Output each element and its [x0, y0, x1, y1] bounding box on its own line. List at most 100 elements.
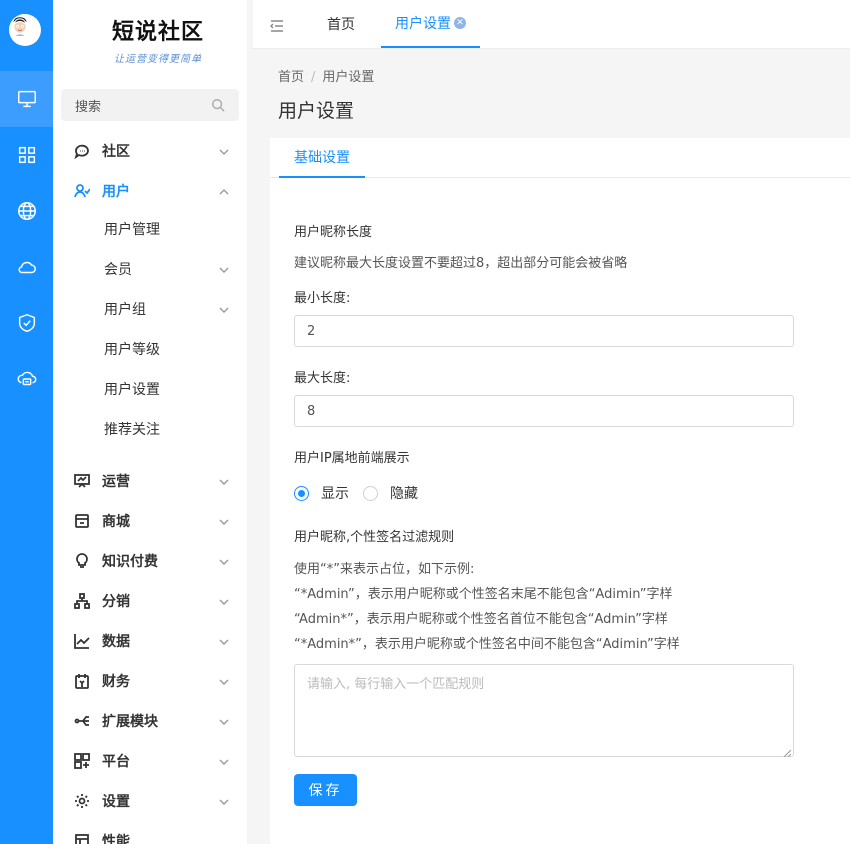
chevron-down-icon	[219, 715, 229, 725]
sidebar-item-store[interactable]: 商城	[53, 501, 247, 541]
logo-title: 短说社区	[111, 19, 204, 45]
chevron-down-icon	[219, 263, 229, 273]
monitor-icon[interactable]	[0, 71, 53, 127]
search-placeholder: 搜索	[75, 99, 102, 115]
filter-example-line: “Admin*”，表示用户昵称或个性签名首位不能包含“Admin”字样	[294, 612, 668, 627]
sidebar-item-label: 知识付费	[102, 554, 158, 570]
tab-home[interactable]: 首页	[327, 0, 355, 48]
sidebar-subitem-user-levels[interactable]: 用户等级	[53, 329, 247, 369]
sidebar-item-distribution[interactable]: 分销	[53, 581, 247, 621]
chevron-down-icon	[219, 145, 229, 155]
user-icon	[74, 183, 91, 199]
tab-basic-settings[interactable]: 基础设置	[279, 138, 365, 178]
sidebar-item-users[interactable]: 用户	[53, 171, 247, 211]
sidebar-item-extensions[interactable]: 扩展模块	[53, 701, 247, 741]
sidebar-subitem-user-settings[interactable]: 用户设置	[53, 369, 247, 409]
sidebar-item-label: 商城	[102, 514, 130, 530]
network-icon	[74, 593, 90, 609]
chevron-up-icon	[219, 185, 229, 195]
sidebar-item-data[interactable]: 数据	[53, 621, 247, 661]
filter-example-line: “*Admin*”，表示用户昵称或个性签名中间不能包含“Adimin”字样	[294, 637, 680, 652]
sidebar-item-label: 运营	[102, 474, 130, 490]
search-input[interactable]: 搜索	[61, 89, 239, 121]
radio-show-label[interactable]: 显示	[321, 483, 349, 503]
min-length-value: 2	[307, 323, 316, 339]
breadcrumb-separator: /	[311, 70, 316, 85]
max-length-value: 8	[307, 403, 316, 419]
subitem-label: 用户管理	[104, 222, 160, 238]
search-icon	[212, 99, 225, 112]
performance-icon	[74, 833, 90, 844]
sidebar-item-finance[interactable]: 财务	[53, 661, 247, 701]
sidebar-subitem-membership[interactable]: 会员	[53, 249, 247, 289]
cloud-server-icon[interactable]	[0, 351, 53, 407]
logo-slogan: 让运营变得更简单	[114, 54, 202, 65]
radio-show[interactable]	[294, 485, 309, 501]
nickname-length-title: 用户昵称长度	[294, 225, 373, 240]
radio-hide-label[interactable]: 隐藏	[390, 483, 418, 503]
chat-icon	[74, 143, 90, 160]
sidebar-item-label: 设置	[102, 794, 130, 810]
sidebar-item-label: 用户	[102, 184, 130, 200]
sidebar-item-label: 平台	[102, 754, 130, 770]
sidebar-subitem-recommend-follow[interactable]: 推荐关注	[53, 409, 247, 449]
card-tabs: 基础设置	[270, 138, 850, 178]
grid-icon[interactable]	[0, 127, 53, 183]
sidebar-item-label: 数据	[102, 634, 130, 650]
chevron-down-icon	[219, 795, 229, 805]
platform-icon	[74, 753, 90, 769]
ip-location-title: 用户IP属地前端展示	[294, 451, 410, 466]
chevron-down-icon	[219, 675, 229, 685]
chevron-down-icon	[219, 515, 229, 525]
extension-icon	[74, 713, 90, 729]
sidebar-item-settings[interactable]: 设置	[53, 781, 247, 821]
close-icon[interactable]: ✕	[454, 17, 466, 29]
tab-label: 首页	[327, 17, 355, 33]
presentation-icon	[74, 473, 90, 489]
chevron-down-icon	[219, 595, 229, 605]
breadcrumb-home[interactable]: 首页	[278, 70, 304, 85]
sidebar-item-performance[interactable]: 性能	[53, 821, 247, 844]
sidebar-subitem-user-management[interactable]: 用户管理	[53, 209, 247, 249]
sidebar-subitem-user-groups[interactable]: 用户组	[53, 289, 247, 329]
nickname-length-hint: 建议昵称最大长度设置不要超过8，超出部分可能会被省略	[294, 256, 628, 271]
max-length-label: 最大长度:	[294, 371, 351, 386]
avatar[interactable]	[9, 14, 41, 46]
chevron-down-icon	[219, 755, 229, 765]
logo[interactable]: 短说社区 让运营变得更简单	[93, 14, 223, 70]
subitem-label: 用户设置	[104, 382, 160, 398]
sidebar-item-label: 扩展模块	[102, 714, 158, 730]
subitem-label: 用户等级	[104, 342, 160, 358]
filter-example-line: 使用“*”来表示占位，如下示例:	[294, 562, 475, 577]
tab-user-settings[interactable]: 用户设置 ✕	[381, 0, 480, 48]
ip-location-radio-group: 显示 隐藏	[294, 483, 432, 503]
sidebar-item-label: 性能	[102, 834, 130, 844]
breadcrumb-current: 用户设置	[322, 70, 375, 85]
filter-example-line: “*Admin”，表示用户昵称或个性签名末尾不能包含“Adimin”字样	[294, 587, 673, 602]
sidebar-item-paid-knowledge[interactable]: 知识付费	[53, 541, 247, 581]
resize-grip-icon[interactable]	[783, 746, 792, 758]
chevron-down-icon	[219, 303, 229, 313]
menu-fold-icon[interactable]	[270, 18, 284, 32]
settings-card: 基础设置 用户昵称长度 建议昵称最大长度设置不要超过8，超出部分可能会被省略 最…	[270, 138, 850, 844]
shield-icon[interactable]	[0, 295, 53, 351]
sidebar-item-label: 财务	[102, 674, 130, 690]
page-title: 用户设置	[278, 100, 355, 122]
max-length-input[interactable]: 8	[294, 395, 794, 427]
chart-icon	[74, 633, 90, 649]
cloud-icon[interactable]	[0, 239, 53, 295]
finance-icon	[74, 673, 90, 689]
save-button[interactable]: 保存	[294, 774, 357, 806]
sidebar: 短说社区 让运营变得更简单 搜索 社区 用户 用户管理 会员 用户组 用户等级 …	[53, 0, 247, 844]
chevron-down-icon	[219, 555, 229, 565]
min-length-input[interactable]: 2	[294, 315, 794, 347]
chevron-down-icon	[219, 635, 229, 645]
subitem-label: 会员	[104, 262, 132, 278]
radio-hide[interactable]	[363, 485, 378, 501]
sidebar-item-platform[interactable]: 平台	[53, 741, 247, 781]
globe-icon[interactable]	[0, 183, 53, 239]
icon-rail	[0, 0, 53, 844]
sidebar-item-operations[interactable]: 运营	[53, 461, 247, 501]
sidebar-item-community[interactable]: 社区	[53, 131, 247, 171]
filter-rules-textarea[interactable]: 请输入, 每行输入一个匹配规则	[294, 664, 794, 758]
